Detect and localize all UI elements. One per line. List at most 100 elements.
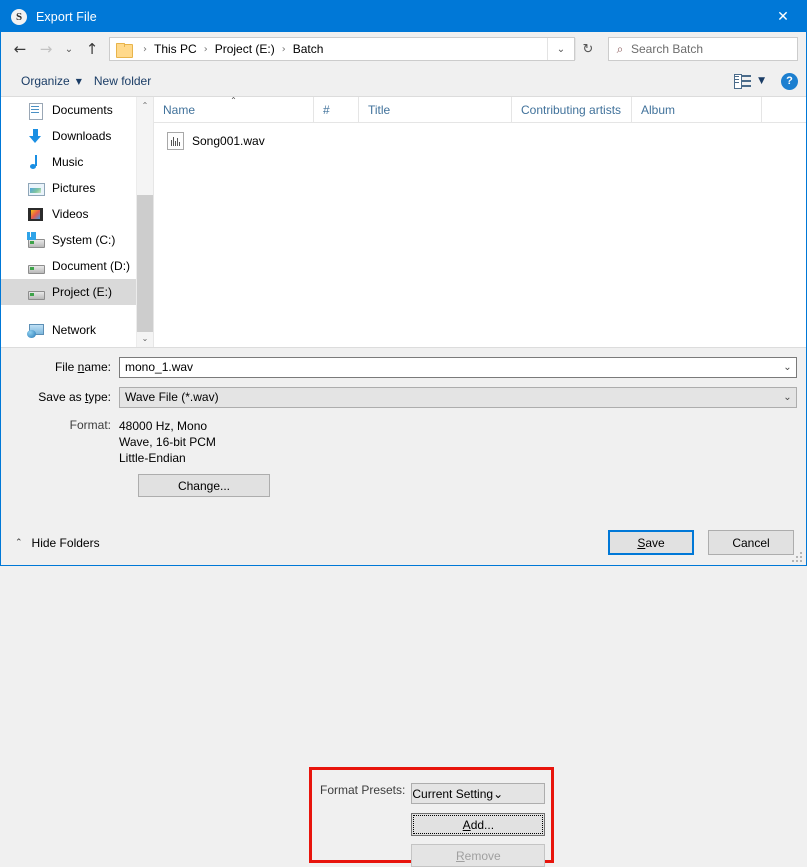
format-presets-label: Format Presets: bbox=[315, 783, 405, 857]
column-header-spacer bbox=[762, 97, 806, 122]
breadcrumb-item-this-pc[interactable]: This PC bbox=[153, 42, 198, 56]
sidebar-item-label: Pictures bbox=[52, 181, 95, 195]
sidebar-item-label: Documents bbox=[52, 103, 113, 117]
refresh-icon[interactable]: ↻ bbox=[575, 38, 600, 60]
change-button[interactable]: Change... bbox=[138, 474, 270, 497]
save-as-type-select[interactable]: Wave File (*.wav) ⌄ bbox=[119, 387, 797, 408]
column-label: Album bbox=[641, 103, 675, 117]
command-bar: Organize ▼ New folder ▼ ? bbox=[1, 66, 806, 97]
column-header-title[interactable]: Title bbox=[359, 97, 512, 122]
format-line-endian: Little-Endian bbox=[119, 450, 270, 466]
wave-file-icon bbox=[167, 132, 184, 150]
browser-area: Documents Downloads Music Pictures Video… bbox=[1, 97, 806, 347]
network-icon bbox=[27, 322, 44, 339]
file-name-label: File name: bbox=[1, 360, 119, 374]
chevron-down-icon[interactable]: ⌄ bbox=[779, 362, 796, 373]
format-presets-group: Format Presets: Current Setting ⌄ Add...… bbox=[315, 773, 548, 857]
chevron-down-icon[interactable]: ⌄ bbox=[779, 392, 796, 403]
sidebar-item-label: Project (E:) bbox=[52, 285, 112, 299]
format-presets-controls: Current Setting ⌄ Add... Remove bbox=[411, 783, 545, 857]
chevron-down-icon: ▼ bbox=[76, 77, 82, 86]
format-info: Format: 48000 Hz, Mono Wave, 16-bit PCM … bbox=[1, 418, 301, 497]
scroll-up-icon[interactable]: ⌃ bbox=[137, 97, 153, 114]
downloads-icon bbox=[27, 128, 44, 145]
breadcrumb-separator: › bbox=[198, 44, 214, 55]
chevron-down-icon[interactable]: ⌄ bbox=[547, 38, 574, 60]
format-line-encoding: Wave, 16-bit PCM bbox=[119, 434, 270, 450]
close-icon[interactable]: ✕ bbox=[760, 1, 806, 32]
column-label: # bbox=[323, 103, 330, 117]
column-header-name[interactable]: ⌃ Name bbox=[154, 97, 314, 122]
new-folder-button[interactable]: New folder bbox=[88, 74, 157, 88]
documents-icon bbox=[27, 102, 44, 119]
pictures-icon bbox=[27, 180, 44, 197]
search-input[interactable]: ⌕ Search Batch bbox=[608, 37, 798, 61]
sidebar-item-music[interactable]: Music bbox=[1, 149, 153, 175]
forward-icon: → bbox=[33, 36, 59, 62]
file-name-row: File name: mono_1.wav ⌄ bbox=[1, 356, 806, 378]
column-header-contributing-artists[interactable]: Contributing artists bbox=[512, 97, 632, 122]
sidebar-item-label: Music bbox=[52, 155, 83, 169]
navigation-pane: Documents Downloads Music Pictures Video… bbox=[1, 97, 153, 347]
scrollbar-thumb[interactable] bbox=[137, 195, 153, 332]
folder-icon bbox=[116, 43, 132, 56]
sidebar-item-network[interactable]: Network bbox=[1, 317, 153, 343]
search-icon: ⌕ bbox=[609, 42, 631, 57]
format-values: 48000 Hz, Mono Wave, 16-bit PCM Little-E… bbox=[119, 418, 270, 497]
save-as-type-value: Wave File (*.wav) bbox=[120, 390, 779, 404]
app-icon: S bbox=[11, 9, 27, 25]
sidebar-item-system-c[interactable]: System (C:) bbox=[1, 227, 153, 253]
sidebar-item-videos[interactable]: Videos bbox=[1, 201, 153, 227]
hide-folders-button[interactable]: ⌃ Hide Folders bbox=[15, 536, 100, 550]
up-icon[interactable]: ↑ bbox=[79, 36, 105, 62]
recent-locations-icon[interactable]: ⌄ bbox=[59, 36, 79, 62]
sidebar-item-documents[interactable]: Documents bbox=[1, 97, 153, 123]
back-icon[interactable]: ← bbox=[7, 36, 33, 62]
cancel-button[interactable]: Cancel bbox=[708, 530, 794, 555]
new-folder-label: New folder bbox=[94, 74, 151, 88]
sidebar-item-project-e[interactable]: Project (E:) bbox=[1, 279, 153, 305]
file-list-pane: ⌃ Name # Title Contributing artists Albu… bbox=[153, 97, 806, 347]
save-button[interactable]: Save bbox=[608, 530, 694, 555]
organize-button[interactable]: Organize ▼ bbox=[15, 74, 88, 88]
format-presets-select[interactable]: Current Setting ⌄ bbox=[411, 783, 545, 804]
command-bar-right: ▼ ? bbox=[734, 73, 798, 90]
chevron-up-icon: ⌃ bbox=[15, 538, 23, 548]
column-label: Title bbox=[368, 103, 390, 117]
sidebar-item-document-d[interactable]: Document (D:) bbox=[1, 253, 153, 279]
breadcrumb-separator: › bbox=[276, 44, 292, 55]
save-as-type-label: Save as type: bbox=[1, 390, 119, 404]
column-header-number[interactable]: # bbox=[314, 97, 359, 122]
sidebar-divider bbox=[1, 305, 153, 317]
music-icon bbox=[27, 154, 44, 171]
sidebar-item-pictures[interactable]: Pictures bbox=[1, 175, 153, 201]
file-name-input[interactable]: mono_1.wav ⌄ bbox=[119, 357, 797, 378]
sidebar-item-label: System (C:) bbox=[52, 233, 115, 247]
view-options-icon[interactable] bbox=[734, 73, 754, 89]
scroll-down-icon[interactable]: ⌄ bbox=[137, 330, 153, 347]
drive-icon bbox=[27, 284, 44, 301]
column-label: Contributing artists bbox=[521, 103, 621, 117]
resize-grip[interactable] bbox=[792, 552, 802, 562]
save-form: File name: mono_1.wav ⌄ Save as type: Wa… bbox=[1, 348, 806, 520]
footer-buttons: Save Cancel bbox=[608, 530, 794, 555]
table-row[interactable]: Song001.wav bbox=[154, 129, 806, 153]
sidebar-item-downloads[interactable]: Downloads bbox=[1, 123, 153, 149]
sidebar-item-label: Videos bbox=[52, 207, 88, 221]
breadcrumb-item-batch[interactable]: Batch bbox=[292, 42, 325, 56]
save-as-type-row: Save as type: Wave File (*.wav) ⌄ bbox=[1, 386, 806, 408]
breadcrumb[interactable]: › This PC › Project (E:) › Batch ⌄ bbox=[109, 37, 575, 61]
file-name: Song001.wav bbox=[192, 134, 265, 148]
help-button[interactable]: ? bbox=[781, 73, 798, 90]
column-header-album[interactable]: Album bbox=[632, 97, 762, 122]
column-label: Name bbox=[163, 103, 195, 117]
window-title: Export File bbox=[36, 10, 97, 24]
chevron-down-icon[interactable]: ▼ bbox=[756, 76, 773, 86]
add-preset-button[interactable]: Add... bbox=[411, 813, 545, 836]
breadcrumb-item-project-e[interactable]: Project (E:) bbox=[214, 42, 276, 56]
chevron-down-icon[interactable]: ⌄ bbox=[493, 787, 503, 801]
title-bar: S Export File ✕ bbox=[1, 1, 806, 32]
sidebar-scrollbar[interactable]: ⌃ ⌄ bbox=[136, 97, 153, 347]
format-presets-highlight: Format Presets: Current Setting ⌄ Add...… bbox=[309, 767, 554, 863]
dialog-footer: ⌃ Hide Folders Save Cancel bbox=[1, 520, 806, 565]
